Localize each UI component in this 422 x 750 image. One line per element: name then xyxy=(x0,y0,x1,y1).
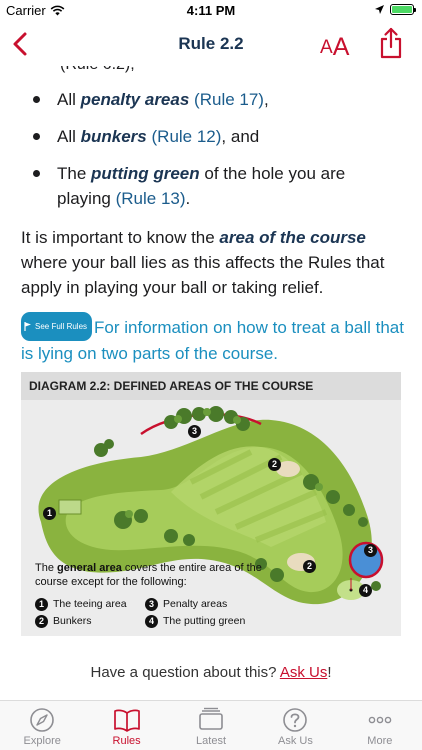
bullet-list: All penalty areas (Rule 17), All bunkers… xyxy=(0,87,422,223)
rule-reference-link[interactable]: (Rule 17) xyxy=(194,90,264,109)
rule-reference-link[interactable]: (Rule 13) xyxy=(116,189,186,208)
tab-latest[interactable]: Latest xyxy=(169,701,253,750)
see-full-rules-badge[interactable]: See Full Rules xyxy=(21,312,93,341)
see-full-rules-link[interactable]: See Full Rules For information on how to… xyxy=(21,312,411,366)
legend-item: 2 Bunkers xyxy=(35,614,145,628)
marker-penalty-area: 3 xyxy=(364,544,377,557)
marker-teeing-area: 1 xyxy=(43,507,56,520)
more-icon xyxy=(368,716,392,724)
compass-icon xyxy=(30,708,55,732)
book-icon xyxy=(113,709,140,732)
share-icon[interactable] xyxy=(378,26,404,60)
defined-term-link[interactable]: penalty areas xyxy=(81,90,190,109)
list-item: All penalty areas (Rule 17), xyxy=(0,87,422,112)
defined-term-link[interactable]: area of the course xyxy=(219,228,365,247)
list-item: The putting green of the hole you are pl… xyxy=(0,161,422,211)
tab-explore[interactable]: Explore xyxy=(0,701,84,750)
legend-note: The general area covers the entire area … xyxy=(35,562,262,588)
tab-ask-us[interactable]: Ask Us xyxy=(253,701,337,750)
page-title: Rule 2.2 xyxy=(178,34,244,53)
rule-reference-link[interactable]: (Rule 12) xyxy=(152,127,222,146)
marker-bunker: 2 xyxy=(303,560,316,573)
defined-term-link[interactable]: bunkers xyxy=(81,127,147,146)
news-icon xyxy=(199,707,223,730)
ask-question-row: Have a question about this? Ask Us! xyxy=(90,664,332,681)
list-item: All bunkers (Rule 12), and xyxy=(0,124,422,149)
course-diagram[interactable]: DIAGRAM 2.2: DEFINED AREAS OF THE COURSE… xyxy=(21,372,401,636)
flag-icon xyxy=(24,322,31,331)
marker-bunker: 2 xyxy=(268,458,281,471)
location-icon xyxy=(375,5,384,14)
marker-putting-green: 4 xyxy=(359,584,372,597)
question-icon xyxy=(283,708,308,732)
nav-bar: Rule 2.2 A A xyxy=(0,22,422,66)
ask-us-link[interactable]: Ask Us xyxy=(280,664,328,681)
tab-more[interactable]: More xyxy=(338,701,422,750)
body-paragraph: It is important to know the area of the … xyxy=(21,228,385,297)
cut-off-text: (Rule 6.2), xyxy=(60,66,135,74)
marker-penalty-area: 3 xyxy=(188,425,201,438)
battery-icon xyxy=(390,4,416,15)
legend-item: 1 The teeing area xyxy=(35,597,145,611)
diagram-legend: The general area covers the entire area … xyxy=(35,561,275,628)
legend-grid: 1 The teeing area 3 Penalty areas 2 Bunkers… xyxy=(35,597,275,628)
legend-item: 4 The putting green xyxy=(145,614,265,628)
rule-content: (Rule 6.2), All penalty areas (Rule 17),… xyxy=(0,66,422,690)
font-size-button[interactable]: A A xyxy=(320,28,349,60)
tab-rules[interactable]: Rules xyxy=(84,701,168,750)
tab-bar: Explore Rules Latest Ask Us More xyxy=(0,700,422,750)
defined-term-link[interactable]: putting green xyxy=(91,164,200,183)
status-bar: Carrier 4:11 PM xyxy=(0,0,422,22)
clock: 4:11 PM xyxy=(186,3,236,18)
diagram-title: DIAGRAM 2.2: DEFINED AREAS OF THE COURSE xyxy=(29,379,314,393)
legend-item: 3 Penalty areas xyxy=(145,597,265,611)
